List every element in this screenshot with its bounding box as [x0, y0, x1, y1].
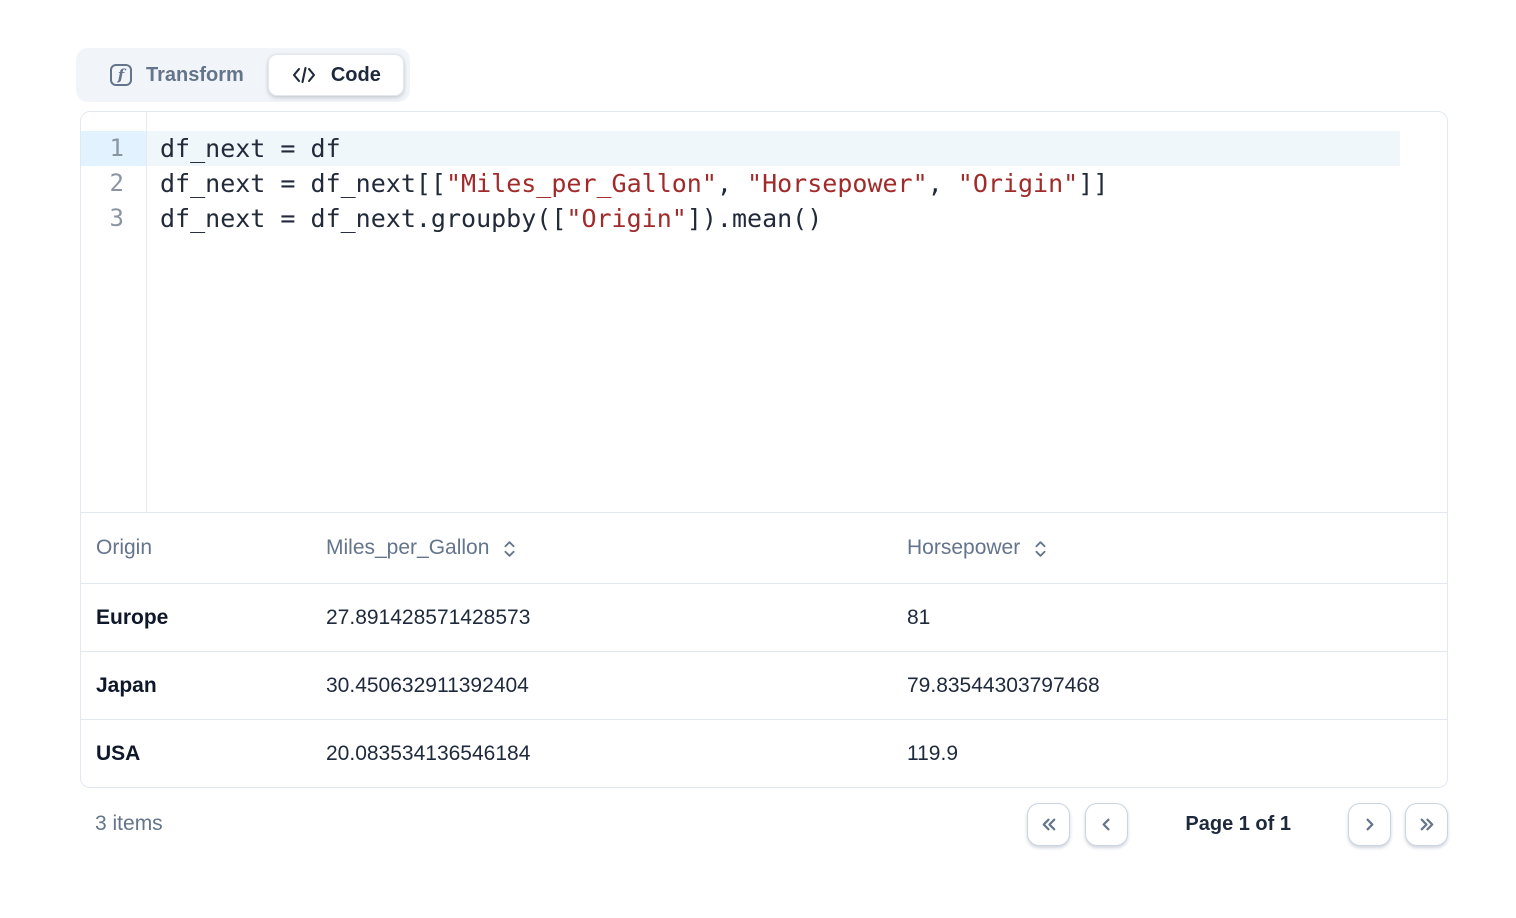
last-page-button[interactable] [1405, 803, 1448, 846]
tab-code[interactable]: Code [268, 54, 404, 96]
next-page-button[interactable] [1348, 803, 1391, 846]
code-string-segment: "Origin" [566, 204, 686, 233]
code-segment: ]] [1078, 169, 1108, 198]
result-panel: 1 2 3 df_next = df df_next = df_next[["M… [80, 111, 1448, 788]
pagination: Page 1 of 1 [1027, 803, 1448, 846]
cell-miles-per-gallon: 27.891428571428573 [326, 606, 907, 630]
code-string-segment: "Horsepower" [747, 169, 928, 198]
sort-control-miles-per-gallon[interactable]: Miles_per_Gallon [326, 536, 517, 560]
line-number-3: 3 [81, 201, 146, 236]
code-segment: , [928, 169, 958, 198]
previous-page-button[interactable] [1085, 803, 1128, 846]
code-line-3[interactable]: df_next = df_next.groupby(["Origin"]).me… [147, 201, 1447, 236]
page-indicator: Page 1 of 1 [1185, 813, 1291, 836]
code-icon [291, 65, 317, 85]
table-row: Europe 27.891428571428573 81 [81, 583, 1447, 651]
sort-icon[interactable] [1033, 539, 1048, 559]
table-row: USA 20.083534136546184 119.9 [81, 719, 1447, 787]
column-header-label: Miles_per_Gallon [326, 536, 489, 560]
function-icon: f [110, 64, 132, 86]
column-header-miles-per-gallon: Miles_per_Gallon [326, 536, 907, 560]
cell-origin: USA [81, 742, 326, 766]
sort-control-horsepower[interactable]: Horsepower [907, 536, 1048, 560]
code-string-segment: "Miles_per_Gallon" [446, 169, 717, 198]
cell-horsepower: 81 [907, 606, 1447, 630]
table-row: Japan 30.450632911392404 79.835443037974… [81, 651, 1447, 719]
first-page-button[interactable] [1027, 803, 1070, 846]
cell-miles-per-gallon: 20.083534136546184 [326, 742, 907, 766]
result-table: Origin Miles_per_Gallon Ho [81, 513, 1447, 787]
tab-transform[interactable]: f Transform [82, 54, 268, 96]
sort-icon[interactable] [502, 539, 517, 559]
code-segment: , [717, 169, 747, 198]
code-line-1[interactable]: df_next = df [147, 131, 1400, 166]
code-string-segment: "Origin" [958, 169, 1078, 198]
chevrons-right-icon [1415, 813, 1438, 836]
table-footer: 3 items Page 1 of 1 [80, 800, 1448, 848]
line-number-1: 1 [81, 131, 146, 166]
cell-origin: Europe [81, 606, 326, 630]
chevron-left-icon [1095, 813, 1118, 836]
cell-origin: Japan [81, 674, 326, 698]
code-editor[interactable]: 1 2 3 df_next = df df_next = df_next[["M… [81, 112, 1447, 513]
code-line-2[interactable]: df_next = df_next[["Miles_per_Gallon", "… [147, 166, 1447, 201]
cell-horsepower: 79.83544303797468 [907, 674, 1447, 698]
line-number-2: 2 [81, 166, 146, 201]
column-header-label: Horsepower [907, 536, 1020, 560]
tab-code-label: Code [331, 64, 381, 87]
column-header-origin: Origin [81, 536, 326, 560]
table-header-row: Origin Miles_per_Gallon Ho [81, 513, 1447, 583]
cell-miles-per-gallon: 30.450632911392404 [326, 674, 907, 698]
chevron-right-icon [1358, 813, 1381, 836]
editor-gutter: 1 2 3 [81, 112, 147, 512]
tab-transform-label: Transform [146, 64, 244, 87]
code-segment: df_next = df_next.groupby([ [160, 204, 566, 233]
column-header-horsepower: Horsepower [907, 536, 1447, 560]
code-segment: df_next = df [160, 134, 341, 163]
items-count: 3 items [80, 812, 163, 836]
code-segment: ]).mean() [687, 204, 822, 233]
cell-horsepower: 119.9 [907, 742, 1447, 766]
chevrons-left-icon [1037, 813, 1060, 836]
view-mode-tabs: f Transform Code [76, 48, 410, 102]
editor-content[interactable]: df_next = df df_next = df_next[["Miles_p… [147, 112, 1447, 512]
code-segment: df_next = df_next[[ [160, 169, 446, 198]
